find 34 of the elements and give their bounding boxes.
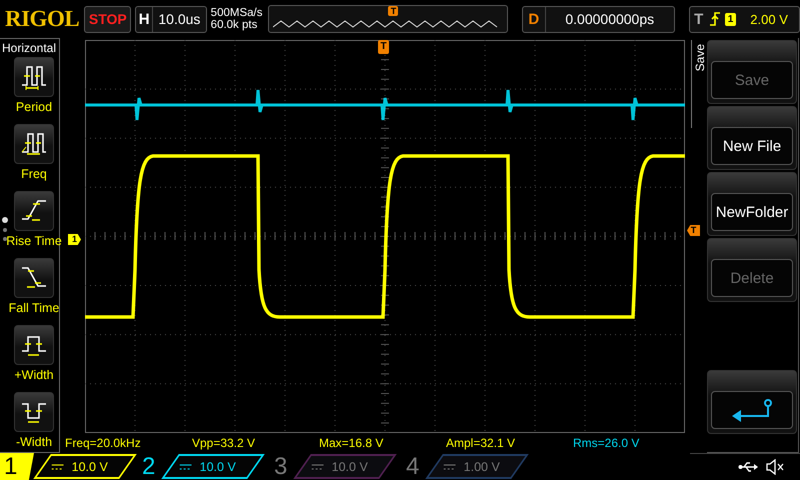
channel-scale-field[interactable]: 10.0 V	[293, 454, 397, 479]
trigger-level-marker: T	[687, 225, 700, 236]
measurement-value: Vpp=33.2 V	[192, 436, 256, 450]
channel-marker: 1	[68, 234, 81, 245]
trigger-level: 2.00 V	[750, 12, 788, 26]
memory-depth: 60.0k pts	[210, 19, 258, 31]
measurement-value: Ampl=32.1 V	[446, 436, 516, 450]
measure-label: Period	[16, 100, 52, 114]
menu-title: Horizontal	[1, 40, 58, 57]
run-stop-button[interactable]: STOP	[84, 6, 132, 32]
channel-scale-field[interactable]: 1.00 V	[425, 454, 529, 479]
measurement-value: Rms=26.0 V	[573, 436, 640, 450]
measurement-value: Freq=20.0kHz	[65, 436, 142, 450]
channel-number[interactable]: 3	[264, 453, 294, 480]
channel-number[interactable]: 4	[396, 453, 426, 480]
channel-number[interactable]: 1	[0, 453, 34, 480]
brand-logo: RIGOL	[5, 6, 80, 32]
softkey-button[interactable]: New File	[707, 106, 797, 170]
timebase-field[interactable]: H 10.0us	[135, 6, 207, 32]
trigger-marker: T	[388, 6, 398, 16]
measure-label: Freq	[21, 167, 47, 181]
delay-field[interactable]: D 0.00000000ps	[522, 6, 675, 32]
measure-label: Rise Time	[6, 234, 62, 248]
trigger-source: 1	[724, 12, 736, 26]
sample-rate: 500MSa/s	[210, 7, 262, 19]
channel-scale-field[interactable]: 10.0 V	[33, 454, 137, 479]
measurement-value: Max=16.8 V	[319, 436, 384, 450]
measure-label: +Width	[14, 368, 54, 382]
trigger-position-marker: T	[378, 40, 389, 54]
channel-scale-field[interactable]: 10.0 V	[161, 454, 265, 479]
trigger-field[interactable]: T 1 2.00 V	[688, 6, 800, 32]
softkey-button[interactable]: NewFolder	[707, 172, 797, 236]
measure-label: Fall Time	[8, 301, 60, 315]
measure-label: -Width	[16, 435, 52, 449]
